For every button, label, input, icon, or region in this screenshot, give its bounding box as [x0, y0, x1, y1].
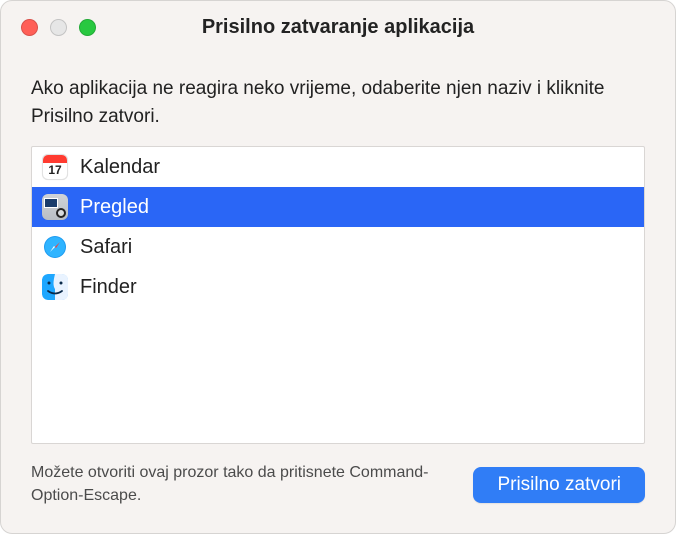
window-controls: [21, 19, 96, 36]
app-name-label: Kalendar: [80, 156, 160, 179]
app-name-label: Pregled: [80, 196, 149, 219]
calendar-day-number: 17: [43, 163, 67, 177]
app-row-pregled[interactable]: Pregled: [32, 187, 644, 227]
close-window-button[interactable]: [21, 19, 38, 36]
app-row-finder[interactable]: Finder: [32, 267, 644, 307]
app-name-label: Safari: [80, 236, 132, 259]
keyboard-hint-text: Možete otvoriti ovaj prozor tako da prit…: [31, 462, 431, 507]
footer: Možete otvoriti ovaj prozor tako da prit…: [1, 462, 675, 533]
finder-icon: [42, 274, 68, 300]
app-row-kalendar[interactable]: 17 Kalendar: [32, 147, 644, 187]
calendar-icon: 17: [42, 154, 68, 180]
safari-icon: [42, 234, 68, 260]
window-title: Prisilno zatvaranje aplikacija: [1, 16, 675, 39]
minimize-window-button: [50, 19, 67, 36]
content-area: Ako aplikacija ne reagira neko vrijeme, …: [1, 53, 675, 462]
app-row-safari[interactable]: Safari: [32, 227, 644, 267]
force-quit-window: Prisilno zatvaranje aplikacija Ako aplik…: [0, 0, 676, 534]
preview-icon: [42, 194, 68, 220]
application-list[interactable]: 17 Kalendar Pregled: [31, 146, 645, 444]
app-name-label: Finder: [80, 276, 137, 299]
instructions-text: Ako aplikacija ne reagira neko vrijeme, …: [31, 75, 645, 130]
zoom-window-button[interactable]: [79, 19, 96, 36]
titlebar: Prisilno zatvaranje aplikacija: [1, 1, 675, 53]
force-quit-button[interactable]: Prisilno zatvori: [473, 467, 645, 503]
